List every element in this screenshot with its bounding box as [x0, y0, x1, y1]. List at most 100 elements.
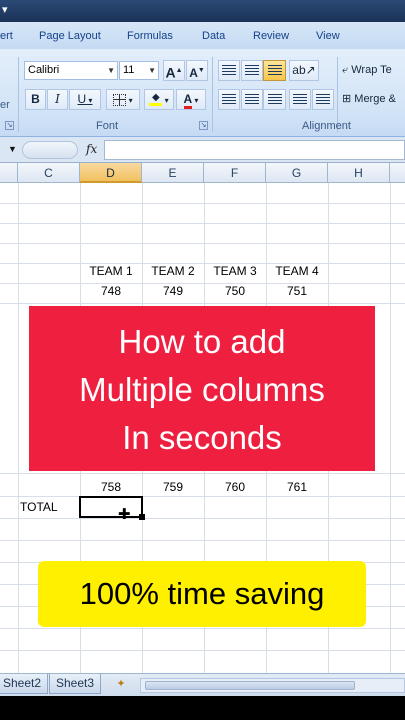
group-separator	[18, 57, 19, 132]
clipboard-dialog-launcher-icon[interactable]: ↘	[5, 121, 14, 130]
column-header-g[interactable]: G	[266, 163, 328, 183]
font-name-select[interactable]: Calibri ▼	[24, 61, 118, 80]
data-cell[interactable]: 750	[204, 281, 266, 301]
bottom-align-icon	[267, 65, 282, 77]
data-cell[interactable]: 759	[142, 477, 204, 497]
time-saving-badge: 100% time saving	[38, 561, 366, 627]
gridline	[0, 473, 405, 474]
merge-icon: ⊞	[342, 93, 352, 105]
orientation-button[interactable]: ab↗	[289, 60, 319, 81]
sheet-tab-bar: Sheet2 Sheet3 ✦	[0, 673, 405, 696]
middle-align-button[interactable]	[241, 60, 263, 81]
data-cell[interactable]: 761	[266, 477, 328, 497]
team-header-cell[interactable]: TEAM 1	[80, 261, 142, 281]
team-header-cell[interactable]: TEAM 4	[266, 261, 328, 281]
sheet-tab-sheet3[interactable]: Sheet3	[49, 674, 102, 694]
data-cell[interactable]: 749	[142, 281, 204, 301]
orientation-icon: ab↗	[292, 63, 316, 77]
data-cell[interactable]: 748	[80, 281, 142, 301]
fill-color-button[interactable]: ◆ ▾	[144, 89, 174, 110]
team-header-cell[interactable]: TEAM 2	[142, 261, 204, 281]
horizontal-scrollbar[interactable]	[140, 678, 405, 693]
column-header-i[interactable]	[390, 163, 405, 183]
italic-button[interactable]: I	[47, 89, 68, 110]
banner-line: Multiple columns	[79, 371, 325, 408]
decrease-indent-icon	[293, 94, 307, 106]
column-header-c[interactable]: C	[18, 163, 80, 183]
alignment-group-label: Alignment	[302, 120, 351, 132]
column-header-h[interactable]: H	[328, 163, 390, 183]
total-label-cell[interactable]: TOTAL	[20, 497, 82, 517]
scrollbar-thumb[interactable]	[145, 681, 355, 690]
font-color-label: A	[183, 93, 193, 109]
top-align-button[interactable]	[218, 60, 240, 81]
font-name-value: Calibri	[28, 64, 60, 76]
ribbon: er ↘ Calibri ▼ 11 ▼ A▲ A▼ B I U ▾ ▾ ◆ ▾ …	[0, 49, 405, 137]
align-right-icon	[267, 94, 282, 106]
shrink-font-button[interactable]: A▼	[186, 60, 208, 81]
data-cell[interactable]: 758	[80, 477, 142, 497]
tab-page-layout[interactable]: Page Layout	[39, 30, 101, 42]
increase-indent-icon	[316, 94, 330, 106]
clipboard-label-fragment: er	[0, 99, 10, 111]
gridline	[0, 540, 405, 541]
borders-icon	[113, 93, 127, 106]
formula-bar-splitter[interactable]	[22, 141, 78, 159]
team-header-cell[interactable]: TEAM 3	[204, 261, 266, 281]
tab-review[interactable]: Review	[253, 30, 289, 42]
active-cell[interactable]	[79, 496, 143, 518]
tab-insert[interactable]: ert	[0, 30, 13, 42]
fill-handle[interactable]	[139, 514, 145, 520]
borders-button[interactable]: ▾	[106, 89, 140, 110]
title-bar: ▾	[0, 0, 405, 22]
insert-sheet-icon[interactable]: ✦	[113, 677, 129, 691]
align-left-button[interactable]	[218, 89, 240, 110]
formula-input[interactable]	[104, 140, 405, 160]
tab-data[interactable]: Data	[202, 30, 225, 42]
underline-label: U	[77, 92, 87, 106]
align-right-button[interactable]	[263, 89, 286, 110]
banner-line: In seconds	[122, 419, 282, 456]
bold-button[interactable]: B	[25, 89, 46, 110]
align-center-icon	[245, 94, 259, 106]
quick-access-dropdown-icon[interactable]: ▾	[2, 3, 8, 16]
cell-cursor-icon: ✚	[118, 506, 131, 523]
middle-align-icon	[245, 65, 259, 77]
font-dialog-launcher-icon[interactable]: ↘	[199, 121, 208, 130]
underline-button[interactable]: U ▾	[69, 89, 101, 110]
wrap-text-button[interactable]: ⤶ Wrap Te	[341, 60, 405, 81]
chevron-down-icon: ▼	[107, 66, 115, 75]
banner-line: How to add	[118, 323, 286, 360]
gridline	[0, 223, 405, 224]
name-box-dropdown-icon[interactable]: ▼	[8, 144, 17, 154]
font-size-value: 11	[123, 64, 135, 76]
tab-view[interactable]: View	[316, 30, 340, 42]
gridline	[0, 203, 405, 204]
gridline	[18, 183, 19, 673]
align-center-button[interactable]	[241, 89, 263, 110]
font-color-button[interactable]: A ▾	[176, 89, 206, 110]
font-size-select[interactable]: 11 ▼	[119, 61, 159, 80]
column-header-e[interactable]: E	[142, 163, 204, 183]
column-header-f[interactable]: F	[204, 163, 266, 183]
gridline	[0, 243, 405, 244]
shrink-font-label: A	[189, 66, 198, 80]
top-align-icon	[222, 65, 236, 77]
sheet-tab-sheet2[interactable]: Sheet2	[0, 674, 49, 694]
wrap-text-icon: ⤶	[342, 64, 349, 76]
increase-indent-button[interactable]	[312, 89, 334, 110]
gridline	[390, 183, 391, 673]
merge-center-button[interactable]: ⊞ Merge &	[341, 89, 405, 110]
column-header-b[interactable]	[0, 163, 18, 183]
tab-formulas[interactable]: Formulas	[127, 30, 173, 42]
data-cell[interactable]: 751	[266, 281, 328, 301]
decrease-indent-button[interactable]	[289, 89, 311, 110]
column-header-d[interactable]: D	[80, 163, 142, 183]
gridline	[0, 628, 405, 629]
group-separator	[212, 57, 213, 132]
ribbon-tabs: ert Page Layout Formulas Data Review Vie…	[0, 22, 405, 49]
insert-function-icon[interactable]: fx	[86, 142, 97, 156]
grow-font-button[interactable]: A▲	[163, 60, 185, 81]
bottom-align-button[interactable]	[263, 60, 286, 81]
data-cell[interactable]: 760	[204, 477, 266, 497]
